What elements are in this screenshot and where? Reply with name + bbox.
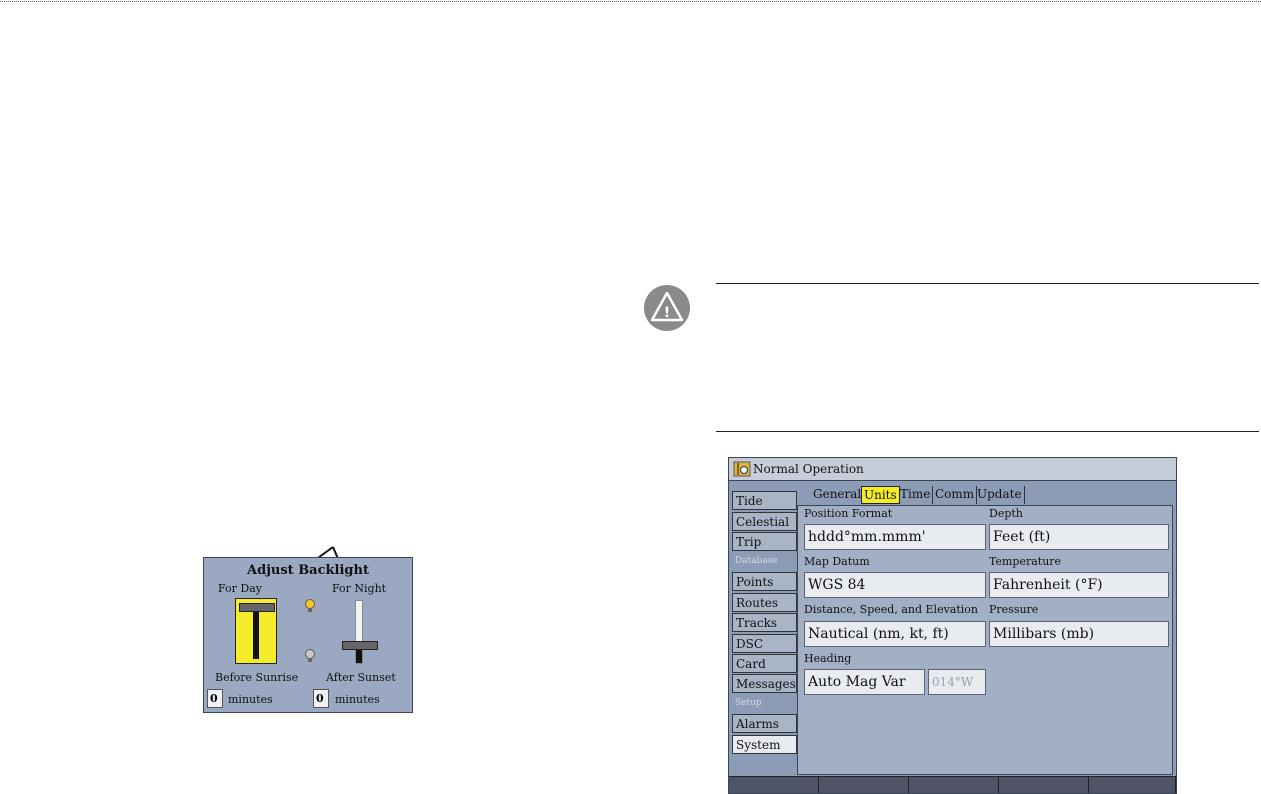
sidebar-item-celestial[interactable]: Celestial (732, 512, 797, 531)
softkey-4[interactable] (999, 777, 1089, 793)
temperature-field[interactable]: Fahrenheit (°F) (989, 572, 1169, 598)
adjust-backlight-dialog: Adjust Backlight For Day For Night Befor… (203, 557, 413, 713)
caution-bottom-rule (716, 431, 1259, 432)
sidebar-item-dsc[interactable]: DSC (732, 634, 797, 653)
after-sunset-minutes-unit: minutes (335, 693, 380, 706)
map-datum-field[interactable]: WGS 84 (804, 572, 986, 598)
after-sunset-minutes-input[interactable]: 0 (313, 689, 329, 708)
before-sunrise-minutes-unit: minutes (228, 693, 273, 706)
softkey-3[interactable] (909, 777, 999, 793)
caution-top-rule (716, 283, 1259, 284)
before-sunrise-minutes-input[interactable]: 0 (207, 689, 223, 708)
pressure-label: Pressure (989, 603, 1039, 616)
backlight-title: Adjust Backlight (247, 563, 369, 578)
softkey-bar (729, 776, 1176, 793)
day-slider-thumb[interactable] (239, 603, 275, 612)
tab-comm[interactable]: Comm (933, 486, 978, 504)
heading-field[interactable]: Auto Mag Var (804, 669, 925, 695)
sidebar-header-database: Database (735, 556, 778, 566)
night-backlight-slider[interactable] (342, 600, 378, 664)
sidebar-item-routes[interactable]: Routes (732, 593, 797, 612)
night-slider-thumb[interactable] (342, 641, 378, 650)
tab-units[interactable]: Units (861, 486, 900, 504)
distance-speed-elevation-field[interactable]: Nautical (nm, kt, ft) (804, 621, 986, 647)
svg-text:!: ! (664, 305, 670, 321)
day-backlight-slider[interactable] (235, 598, 277, 664)
sidebar-header-setup: Setup (735, 698, 762, 708)
softkey-5[interactable] (1089, 777, 1176, 793)
sidebar-item-messages[interactable]: Messages (732, 674, 797, 693)
depth-field[interactable]: Feet (ft) (989, 524, 1169, 550)
caution-icon: ! (644, 285, 690, 331)
map-datum-label: Map Datum (804, 555, 870, 568)
tab-update[interactable]: Update (975, 486, 1025, 504)
depth-label: Depth (989, 507, 1023, 520)
page-top-rule (0, 1, 1261, 2)
tab-time[interactable]: Time (898, 486, 934, 504)
sidebar-item-tracks[interactable]: Tracks (732, 613, 797, 632)
magnetic-variation-field: 014°W (928, 669, 986, 695)
heading-label: Heading (804, 652, 852, 665)
for-day-label: For Day (218, 582, 262, 595)
screen-title: Normal Operation (753, 462, 864, 476)
sidebar-item-tide[interactable]: Tide (732, 491, 797, 510)
after-sunset-label: After Sunset (326, 671, 396, 684)
units-setup-screen: Normal Operation Tide Celestial Trip Dat… (728, 457, 1177, 794)
bright-bulb-icon (304, 599, 316, 616)
sidebar-item-points[interactable]: Points (732, 572, 797, 591)
screen-titlebar: Normal Operation (729, 458, 1176, 481)
softkey-2[interactable] (819, 777, 909, 793)
distance-speed-elevation-label: Distance, Speed, and Elevation (804, 603, 978, 616)
pressure-field[interactable]: Millibars (mb) (989, 621, 1169, 647)
sidebar-item-system[interactable]: System (732, 735, 797, 754)
before-sunrise-label: Before Sunrise (215, 671, 299, 684)
compass-icon (733, 461, 751, 477)
softkey-1[interactable] (729, 777, 819, 793)
position-format-field[interactable]: hddd°mm.mmm' (804, 524, 986, 550)
sidebar-item-alarms[interactable]: Alarms (732, 714, 797, 733)
tab-general[interactable]: General (811, 486, 865, 504)
sidebar-item-trip[interactable]: Trip (732, 532, 797, 551)
for-night-label: For Night (332, 582, 387, 595)
dim-bulb-icon (304, 649, 316, 666)
sidebar-item-card[interactable]: Card (732, 654, 797, 673)
temperature-label: Temperature (989, 555, 1062, 568)
position-format-label: Position Format (804, 507, 893, 520)
